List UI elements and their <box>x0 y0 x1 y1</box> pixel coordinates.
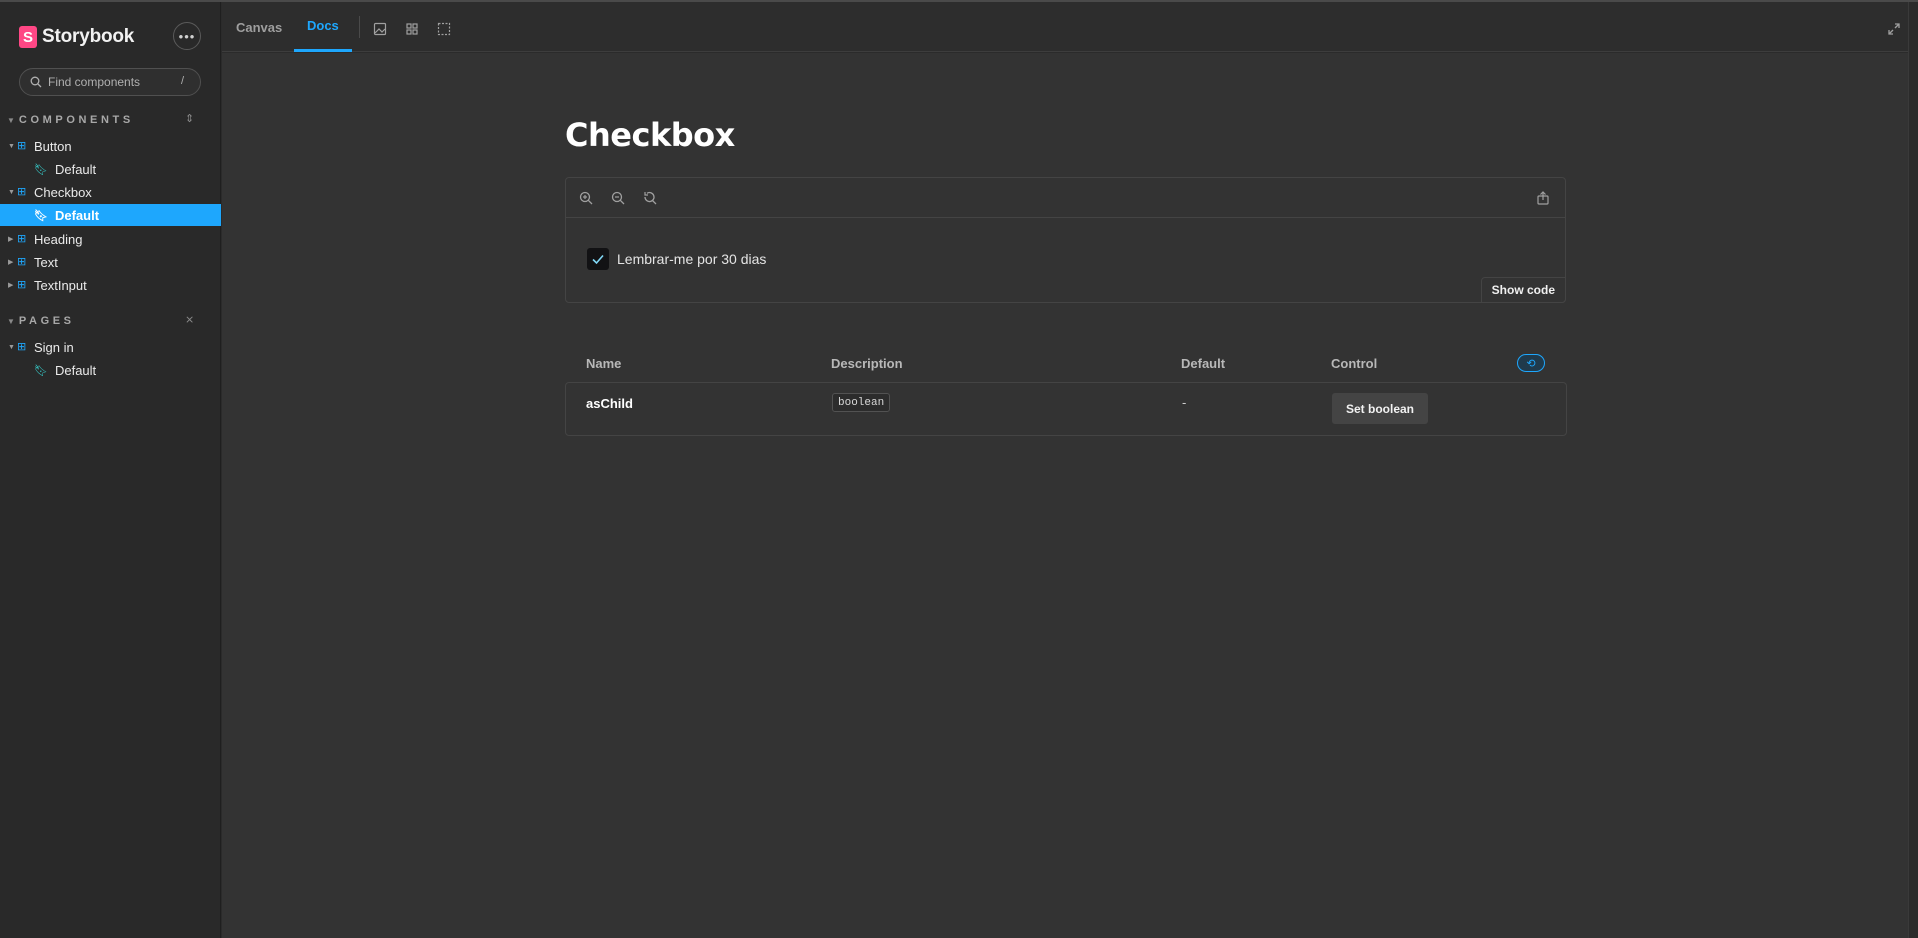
sidebar-item-label: Sign in <box>34 339 74 355</box>
caret-down-icon: ▼ <box>8 188 15 196</box>
component-icon: ⊞ <box>17 186 27 198</box>
undo-icon: ⟲ <box>1526 357 1536 370</box>
sidebar-item-button-default[interactable]: 🔖︎ Default <box>0 158 221 180</box>
zoom-out-icon[interactable] <box>610 190 626 206</box>
sidebar-item-label: Heading <box>34 231 83 247</box>
sidebar-item-checkbox[interactable]: ▼ ⊞ Checkbox <box>0 181 221 203</box>
sidebar-item-textinput[interactable]: ▶ ⊞ TextInput <box>0 274 221 296</box>
page-title: Checkbox <box>565 116 735 154</box>
checkbox-demo: Lembrar-me por 30 dias <box>587 248 766 270</box>
pages-section-header[interactable]: ▼ PAGES <box>7 315 75 327</box>
brand[interactable]: S Storybook <box>19 26 134 48</box>
sidebar-item-label: Default <box>54 207 100 223</box>
image-background-icon[interactable] <box>373 22 387 36</box>
checkbox[interactable] <box>587 248 609 270</box>
sidebar-item-label: Text <box>34 254 58 270</box>
caret-right-icon: ▶ <box>8 259 14 266</box>
caret-down-icon: ▼ <box>8 343 15 351</box>
tab-docs[interactable]: Docs <box>294 2 352 52</box>
sidebar-item-button[interactable]: ▼ ⊞ Button <box>0 135 221 157</box>
sidebar: S Storybook ••• / ▼ COMPONENTS ⇕ ▼ ⊞ But… <box>0 2 221 938</box>
sidebar-item-sign-in-default[interactable]: 🔖︎ Default <box>0 359 221 381</box>
bookmark-icon: 🔖︎ <box>34 209 48 222</box>
toolbar: Canvas Docs <box>222 2 1908 52</box>
args-header-default: Default <box>1181 356 1226 371</box>
sidebar-item-heading[interactable]: ▶ ⊞ Heading <box>0 228 221 250</box>
storybook-logo-icon: S <box>19 26 37 48</box>
sidebar-item-label: Default <box>54 161 97 177</box>
search-icon <box>30 76 42 88</box>
caret-right-icon: ▶ <box>8 282 14 289</box>
right-edge <box>1908 2 1918 938</box>
grid-icon[interactable] <box>405 22 419 36</box>
search-input[interactable] <box>48 75 168 89</box>
sidebar-item-label: Button <box>34 138 72 154</box>
table-row: asChild boolean - Set boolean <box>565 382 1567 436</box>
brand-name: Storybook <box>42 26 135 47</box>
arg-name: asChild <box>586 396 633 411</box>
search-shortcut: / <box>180 75 184 87</box>
checkbox-label[interactable]: Lembrar-me por 30 dias <box>617 251 766 267</box>
caret-down-icon: ▼ <box>7 316 15 326</box>
set-boolean-button[interactable]: Set boolean <box>1332 393 1429 424</box>
toolbar-divider <box>359 16 360 38</box>
sidebar-item-sign-in[interactable]: ▼ ⊞ Sign in <box>0 336 221 358</box>
args-header-description: Description <box>831 356 903 371</box>
component-icon: ⊞ <box>17 140 27 152</box>
sidebar-menu-button[interactable]: ••• <box>173 22 201 50</box>
components-section-title: COMPONENTS <box>18 114 134 126</box>
share-icon[interactable] <box>1535 190 1551 206</box>
sidebar-item-text[interactable]: ▶ ⊞ Text <box>0 251 221 273</box>
collapse-all-icon[interactable]: ⨯ <box>185 313 194 326</box>
sidebar-item-checkbox-default[interactable]: 🔖︎ Default <box>0 204 221 226</box>
bookmark-icon: 🔖︎ <box>34 364 48 377</box>
components-section-header[interactable]: ▼ COMPONENTS <box>7 114 134 126</box>
args-header-control: Control <box>1331 356 1378 371</box>
sidebar-item-label: TextInput <box>34 277 87 293</box>
sidebar-item-label: Checkbox <box>34 184 92 200</box>
tab-canvas[interactable]: Canvas <box>236 2 282 52</box>
show-code-button[interactable]: Show code <box>1480 277 1566 303</box>
expand-all-icon[interactable]: ⇕ <box>185 112 194 125</box>
caret-down-icon: ▼ <box>8 142 15 150</box>
ellipsis-icon: ••• <box>178 28 196 44</box>
component-icon: ⊞ <box>17 341 27 353</box>
zoom-in-icon[interactable] <box>578 190 594 206</box>
component-icon: ⊞ <box>17 256 27 268</box>
args-header-name: Name <box>586 356 622 371</box>
story-preview: Lembrar-me por 30 dias Show code <box>565 177 1566 303</box>
search-box[interactable]: / <box>19 68 201 96</box>
pages-section-title: PAGES <box>18 315 75 327</box>
caret-right-icon: ▶ <box>8 236 14 243</box>
bookmark-icon: 🔖︎ <box>34 163 48 176</box>
sidebar-item-label: Default <box>54 362 97 378</box>
arg-default: - <box>1182 395 1187 410</box>
reset-args-button[interactable]: ⟲ <box>1517 354 1545 372</box>
component-icon: ⊞ <box>17 233 27 245</box>
expand-icon[interactable] <box>1887 22 1901 36</box>
zoom-reset-icon[interactable] <box>642 190 658 206</box>
arg-type-badge: boolean <box>832 393 891 412</box>
preview-toolbar <box>566 178 1565 218</box>
component-icon: ⊞ <box>17 279 27 291</box>
outline-icon[interactable] <box>437 22 451 36</box>
caret-down-icon: ▼ <box>7 115 15 125</box>
check-icon <box>592 254 604 265</box>
